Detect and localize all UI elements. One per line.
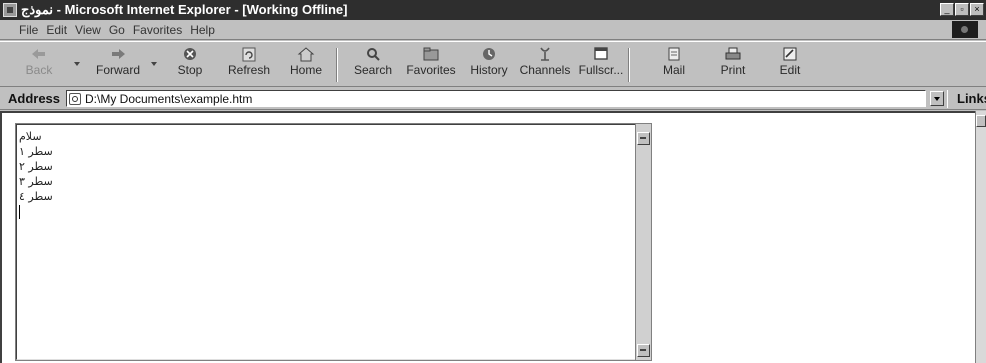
links-button[interactable]: Links [947, 90, 986, 108]
print-icon [725, 47, 741, 60]
address-input[interactable]: D:\My Documents\example.htm [66, 90, 926, 107]
favorites-button[interactable]: Favorites [404, 45, 458, 85]
address-value[interactable]: D:\My Documents\example.htm [85, 92, 252, 106]
history-icon [483, 48, 495, 60]
back-button[interactable]: Back [22, 45, 56, 85]
standard-toolbar: Back Forward Stop Refresh Home Search Fa… [0, 41, 986, 87]
textarea-line: سطر ٣ [19, 175, 53, 188]
menu-file[interactable]: File [0, 23, 42, 37]
search-button[interactable]: Search [350, 45, 396, 85]
fullscreen-button[interactable]: Fullscr... [577, 45, 625, 85]
textarea-line: سطر ١ [19, 145, 53, 158]
channels-icon [540, 47, 550, 61]
menu-help[interactable]: Help [186, 23, 219, 37]
page-icon [69, 92, 81, 105]
toolbar-separator [628, 48, 630, 82]
mail-button[interactable]: Mail [658, 45, 690, 85]
home-icon [297, 47, 315, 62]
textarea-scroll-down-arrow[interactable] [637, 344, 650, 357]
menu-edit[interactable]: Edit [42, 23, 71, 37]
mail-icon [668, 47, 680, 61]
textarea-line: سطر ٢ [19, 160, 53, 173]
refresh-button[interactable]: Refresh [224, 45, 274, 85]
search-icon [367, 48, 380, 61]
address-label: Address [8, 91, 61, 106]
forward-arrow-icon [112, 49, 125, 59]
home-button[interactable]: Home [288, 45, 324, 85]
refresh-icon [242, 47, 256, 62]
menu-view[interactable]: View [71, 23, 105, 37]
title-bar: نموذج - Microsoft Internet Explorer - [W… [0, 0, 986, 20]
textarea[interactable]: سلام سطر ١ سطر ٢ سطر ٣ سطر ٤ [15, 123, 652, 361]
forward-button[interactable]: Forward [92, 45, 144, 85]
window-title: نموذج - Microsoft Internet Explorer - [W… [21, 2, 348, 17]
toolbar-separator [336, 48, 338, 82]
stop-icon [184, 48, 196, 60]
page-scrollbar[interactable] [975, 111, 986, 363]
textarea-line: سطر ٤ [19, 190, 53, 203]
restore-button[interactable]: ▫ [955, 3, 969, 16]
ie-window-icon[interactable] [3, 3, 17, 17]
edit-button[interactable]: Edit [774, 45, 806, 85]
menu-go[interactable]: Go [105, 23, 129, 37]
stop-button[interactable]: Stop [174, 45, 206, 85]
menu-favorites[interactable]: Favorites [129, 23, 186, 37]
ie-throbber-logo [952, 21, 978, 38]
edit-icon [783, 47, 797, 61]
fullscreen-icon [594, 47, 608, 60]
page-scroll-up-arrow[interactable] [976, 115, 986, 127]
forward-dropdown-arrow[interactable] [151, 62, 157, 66]
address-dropdown-button[interactable] [930, 91, 944, 106]
textarea-line: سلام [19, 130, 42, 143]
minimize-button[interactable]: _ [940, 3, 954, 16]
history-button[interactable]: History [466, 45, 512, 85]
window-controls: _ ▫ × [940, 3, 984, 16]
menu-bar: File Edit View Go Favorites Help [0, 20, 986, 40]
back-dropdown-arrow[interactable] [74, 62, 80, 66]
text-caret [19, 205, 20, 219]
favorites-icon [423, 47, 439, 61]
textarea-scrollbar[interactable] [635, 124, 651, 360]
back-arrow-icon [32, 49, 45, 59]
channels-button[interactable]: Channels [518, 45, 572, 85]
textarea-text: سلام سطر ١ سطر ٢ سطر ٣ سطر ٤ [19, 129, 53, 204]
print-button[interactable]: Print [716, 45, 750, 85]
textarea-scroll-up-arrow[interactable] [637, 132, 650, 145]
close-button[interactable]: × [970, 3, 984, 16]
address-bar: Address D:\My Documents\example.htm Link… [0, 88, 986, 110]
